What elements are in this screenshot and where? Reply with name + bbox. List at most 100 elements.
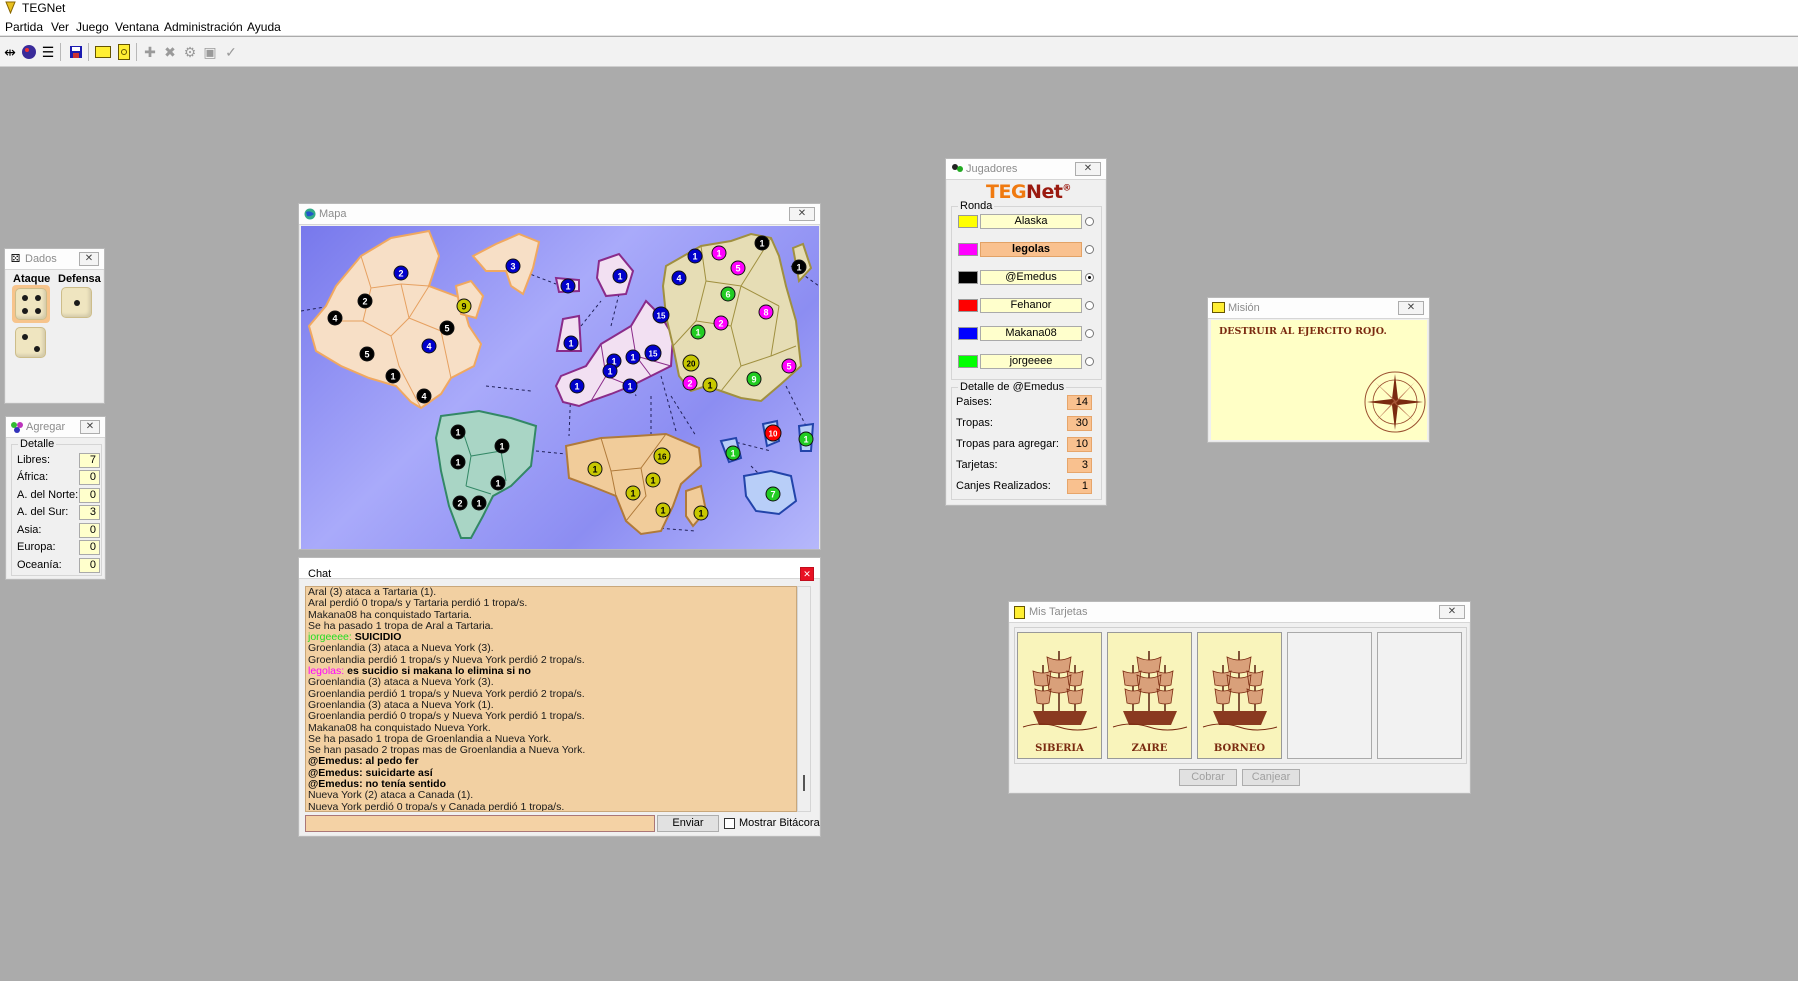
card-exchange-icon[interactable]: ▣: [200, 42, 220, 62]
army-marker[interactable]: 16: [653, 447, 671, 465]
menu-juego[interactable]: Juego: [76, 20, 109, 34]
menu-partida[interactable]: Partida: [5, 20, 43, 34]
menu-ventana[interactable]: Ventana: [115, 20, 159, 34]
menu-ver[interactable]: Ver: [51, 20, 69, 34]
army-marker[interactable]: 2: [713, 315, 729, 331]
army-marker[interactable]: 1: [612, 268, 628, 284]
attack-icon[interactable]: ✖: [160, 42, 180, 62]
army-marker[interactable]: 2: [357, 293, 373, 309]
player-radio[interactable]: [1085, 273, 1094, 282]
close-icon[interactable]: ✕: [800, 567, 814, 581]
chat-scrollbar[interactable]: [797, 586, 811, 812]
map-window-titlebar[interactable]: Mapa ✕: [299, 204, 820, 225]
army-marker[interactable]: 1: [725, 445, 741, 461]
army-marker[interactable]: 1: [560, 278, 576, 294]
chat-scroll-thumb[interactable]: [803, 775, 805, 791]
africa[interactable]: [564, 432, 708, 536]
chat-input[interactable]: [305, 815, 655, 832]
country-card[interactable]: SIBERIA: [1017, 632, 1102, 759]
army-marker[interactable]: 1: [645, 472, 661, 488]
player-radio[interactable]: [1085, 245, 1094, 254]
asia[interactable]: [661, 232, 813, 403]
army-marker[interactable]: 1: [693, 505, 709, 521]
mission-icon[interactable]: [114, 42, 134, 62]
connect-icon[interactable]: ⇹: [0, 42, 20, 62]
army-marker[interactable]: 1: [450, 424, 466, 440]
army-marker[interactable]: 1: [625, 349, 641, 365]
army-marker[interactable]: 6: [720, 286, 736, 302]
start-game-icon[interactable]: [19, 42, 39, 62]
menu-ayuda[interactable]: Ayuda: [247, 20, 281, 34]
army-marker[interactable]: 1: [791, 259, 807, 275]
player-radio[interactable]: [1085, 329, 1094, 338]
players-window-titlebar[interactable]: Jugadores ✕: [946, 159, 1106, 180]
army-marker[interactable]: 1: [625, 485, 641, 501]
my-cards-window-titlebar[interactable]: Mis Tarjetas ✕: [1009, 602, 1470, 623]
close-icon[interactable]: ✕: [789, 207, 815, 221]
army-marker[interactable]: 5: [359, 346, 375, 362]
army-marker[interactable]: 2: [393, 265, 409, 281]
army-marker[interactable]: 1: [569, 378, 585, 394]
card-icon[interactable]: [93, 42, 113, 62]
army-marker[interactable]: 9: [746, 371, 762, 387]
show-log-checkbox[interactable]: [724, 818, 735, 829]
mission-window-titlebar[interactable]: Misión ✕: [1208, 298, 1429, 319]
chat-log[interactable]: Aral (3) ataca a Tartaria (1). Aral perdi…: [305, 586, 797, 812]
end-turn-icon[interactable]: ✓: [221, 42, 241, 62]
army-marker[interactable]: 2: [452, 495, 468, 511]
army-marker[interactable]: 1: [687, 248, 703, 264]
army-marker[interactable]: 1: [494, 438, 510, 454]
world-map-svg[interactable]: 232495451411 41 115 1615 81211 1 1520 5111 2 1911…: [301, 226, 819, 549]
army-marker[interactable]: 3: [505, 258, 521, 274]
regroup-icon[interactable]: ⚙: [180, 42, 200, 62]
chat-window-titlebar[interactable]: Chat ✕: [299, 558, 820, 581]
army-marker[interactable]: 1: [690, 324, 706, 340]
army-marker[interactable]: 1: [385, 368, 401, 384]
army-marker[interactable]: 1: [754, 235, 770, 251]
army-marker[interactable]: 1: [622, 378, 638, 394]
close-icon[interactable]: ✕: [80, 420, 100, 434]
army-marker[interactable]: 5: [730, 260, 746, 276]
collect-button[interactable]: Cobrar: [1179, 769, 1237, 786]
army-marker[interactable]: 9: [456, 298, 472, 314]
army-marker[interactable]: 5: [439, 320, 455, 336]
army-marker[interactable]: 15: [652, 306, 670, 324]
exchange-button[interactable]: Canjear: [1242, 769, 1300, 786]
army-marker[interactable]: 4: [327, 310, 343, 326]
army-marker[interactable]: 1: [798, 431, 814, 447]
army-marker[interactable]: 15: [644, 344, 662, 362]
scores-icon[interactable]: ☰: [38, 42, 58, 62]
army-marker[interactable]: 1: [711, 245, 727, 261]
add-troops-icon[interactable]: ✚: [140, 42, 160, 62]
close-icon[interactable]: ✕: [1439, 605, 1465, 619]
army-marker[interactable]: 1: [490, 475, 506, 491]
army-marker[interactable]: 20: [682, 354, 700, 372]
country-card[interactable]: ZAIRE: [1107, 632, 1192, 759]
dice-window-titlebar[interactable]: ⚄ Dados ✕: [5, 249, 104, 270]
army-marker[interactable]: 1: [563, 335, 579, 351]
close-icon[interactable]: ✕: [79, 252, 99, 266]
army-marker[interactable]: 1: [655, 502, 671, 518]
army-marker[interactable]: 5: [781, 358, 797, 374]
menu-administracion[interactable]: Administración: [164, 20, 243, 34]
army-marker[interactable]: 2: [682, 375, 698, 391]
army-marker[interactable]: 8: [758, 304, 774, 320]
army-marker[interactable]: 1: [602, 363, 618, 379]
army-marker[interactable]: 4: [416, 388, 432, 404]
army-marker[interactable]: 7: [765, 486, 781, 502]
army-marker[interactable]: 10: [764, 424, 782, 442]
save-icon[interactable]: [66, 42, 86, 62]
player-radio[interactable]: [1085, 217, 1094, 226]
country-card[interactable]: BORNEO: [1197, 632, 1282, 759]
army-marker[interactable]: 1: [587, 461, 603, 477]
army-marker[interactable]: 1: [471, 495, 487, 511]
north-america[interactable]: [307, 229, 541, 410]
add-window-titlebar[interactable]: Agregar ✕: [6, 417, 105, 438]
close-icon[interactable]: ✕: [1398, 301, 1424, 315]
world-map[interactable]: 2 3 2 4 9 5 4 5 1 4 1 1 4 1 1 1 5 1 6 15 8 1 2 1 1 1 15 20 5 1 1 1 2 1 9 1 1…: [301, 226, 819, 549]
army-marker[interactable]: 1: [450, 454, 466, 470]
army-marker[interactable]: 4: [671, 270, 687, 286]
army-marker[interactable]: 4: [421, 338, 437, 354]
send-button[interactable]: Enviar: [657, 815, 719, 832]
player-radio[interactable]: [1085, 357, 1094, 366]
